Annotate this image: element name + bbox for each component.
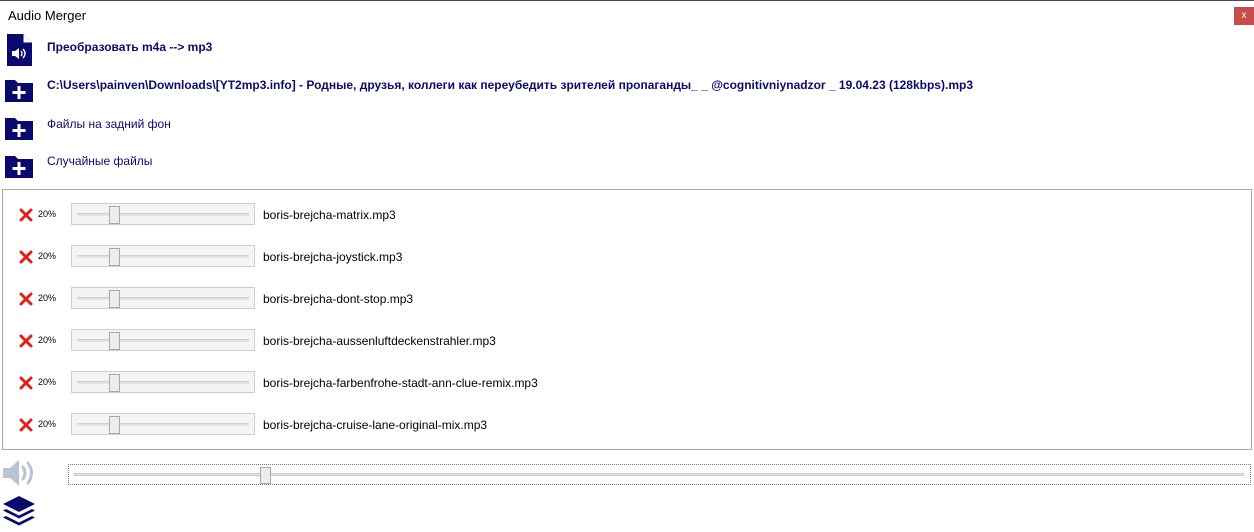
- window-title: Audio Merger: [8, 8, 87, 23]
- slider-thumb[interactable]: [109, 248, 120, 266]
- slider-thumb[interactable]: [260, 467, 271, 484]
- track-name: boris-brejcha-aussenluftdeckenstrahler.m…: [263, 334, 496, 348]
- volume-slider[interactable]: [71, 203, 255, 225]
- random-files-action[interactable]: Случайные файлы: [4, 148, 1244, 184]
- volume-percent: 20%: [38, 293, 57, 303]
- volume-slider[interactable]: [71, 371, 255, 393]
- random-files-label: Случайные файлы: [47, 154, 153, 168]
- track-name: boris-brejcha-joystick.mp3: [263, 250, 403, 264]
- layers-icon[interactable]: [2, 494, 36, 528]
- volume-slider[interactable]: [71, 245, 255, 267]
- delete-icon[interactable]: [19, 250, 33, 264]
- slider-thumb[interactable]: [109, 374, 120, 392]
- track-name: boris-brejcha-dont-stop.mp3: [263, 292, 414, 306]
- slider-thumb[interactable]: [109, 416, 120, 434]
- folder-add-icon: [5, 118, 33, 140]
- background-files-action[interactable]: Файлы на задний фон: [4, 110, 1244, 146]
- close-button[interactable]: x: [1234, 7, 1254, 25]
- background-files-label: Файлы на задний фон: [47, 117, 171, 131]
- folder-add-icon: [5, 156, 33, 178]
- window-top-border: [0, 0, 1254, 1]
- track-row: 20% boris-brejcha-dont-stop.mp3: [3, 284, 1233, 326]
- track-row: 20% boris-brejcha-cruise-lane-original-m…: [3, 410, 1233, 452]
- delete-icon[interactable]: [19, 292, 33, 306]
- track-row: 20% boris-brejcha-farbenfrohe-stadt-ann-…: [3, 368, 1233, 410]
- main-file-path: C:\Users\painven\Downloads\[YT2mp3.info]…: [47, 78, 973, 92]
- track-row: 20% boris-brejcha-joystick.mp3: [3, 242, 1233, 284]
- speaker-icon[interactable]: [2, 457, 38, 489]
- slider-thumb[interactable]: [109, 332, 120, 350]
- main-file-action[interactable]: C:\Users\painven\Downloads\[YT2mp3.info]…: [4, 72, 1244, 108]
- track-name: boris-brejcha-matrix.mp3: [263, 208, 396, 222]
- delete-icon[interactable]: [19, 334, 33, 348]
- folder-add-icon: [5, 80, 33, 102]
- volume-percent: 20%: [38, 209, 57, 219]
- delete-icon[interactable]: [19, 376, 33, 390]
- track-row: 20% boris-brejcha-aussenluftdeckenstrahl…: [3, 326, 1233, 368]
- slider-thumb[interactable]: [109, 206, 120, 224]
- master-volume-slider[interactable]: [68, 464, 1251, 485]
- volume-percent: 20%: [38, 377, 57, 387]
- track-list: 20% boris-brejcha-matrix.mp3 20% boris-b…: [2, 189, 1252, 450]
- delete-icon[interactable]: [19, 418, 33, 432]
- convert-action[interactable]: Преобразовать m4a --> mp3: [4, 33, 1244, 69]
- track-name: boris-brejcha-farbenfrohe-stadt-ann-clue…: [263, 376, 538, 390]
- audio-file-icon: [7, 34, 32, 66]
- slider-thumb[interactable]: [109, 290, 120, 308]
- volume-percent: 20%: [38, 251, 57, 261]
- track-row: 20% boris-brejcha-matrix.mp3: [3, 200, 1233, 242]
- volume-percent: 20%: [38, 419, 57, 429]
- volume-slider[interactable]: [71, 329, 255, 351]
- volume-slider[interactable]: [71, 287, 255, 309]
- delete-icon[interactable]: [19, 208, 33, 222]
- track-name: boris-brejcha-cruise-lane-original-mix.m…: [263, 418, 488, 432]
- convert-label: Преобразовать m4a --> mp3: [47, 40, 213, 54]
- volume-percent: 20%: [38, 335, 57, 345]
- volume-slider[interactable]: [71, 413, 255, 435]
